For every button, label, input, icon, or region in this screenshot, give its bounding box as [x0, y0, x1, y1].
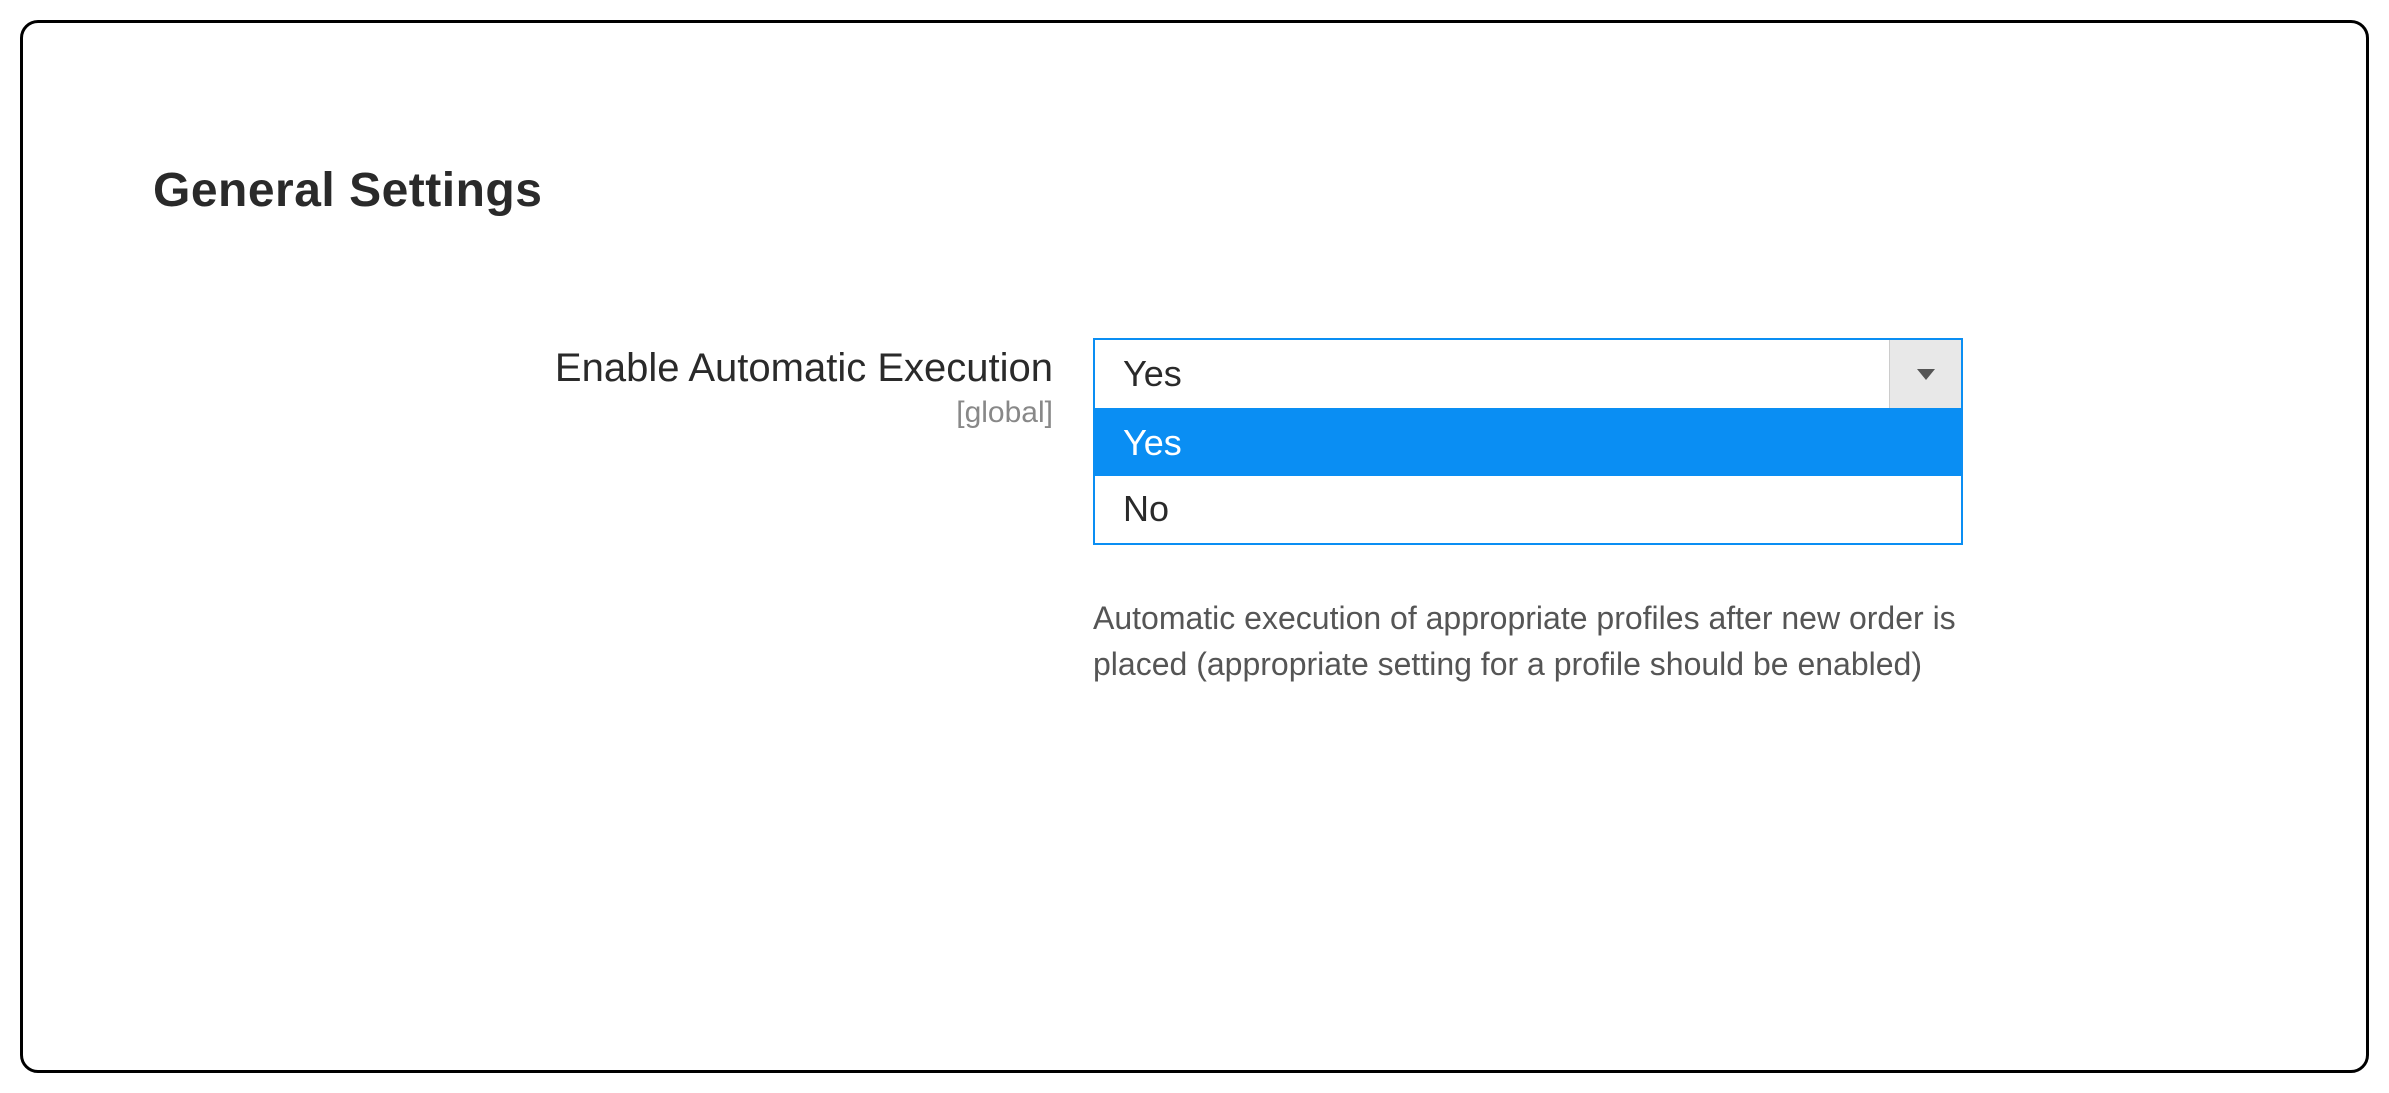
scope-hint: [global] — [956, 396, 1053, 430]
field-help-text: Automatic execution of appropriate profi… — [1093, 595, 1963, 688]
enable-automatic-execution-select[interactable]: Yes — [1093, 338, 1963, 410]
select-wrapper: Yes Yes No — [1093, 338, 1963, 545]
label-column: Enable Automatic Execution [global] — [433, 338, 1053, 430]
select-dropdown-list: Yes No — [1093, 410, 1963, 545]
select-option-yes[interactable]: Yes — [1095, 410, 1961, 476]
select-option-no[interactable]: No — [1095, 476, 1961, 542]
select-current-value: Yes — [1095, 340, 1889, 408]
settings-panel: General Settings Enable Automatic Execut… — [20, 20, 2369, 1073]
form-row-enable-automatic-execution: Enable Automatic Execution [global] Yes … — [433, 338, 2236, 688]
field-label: Enable Automatic Execution — [555, 344, 1053, 392]
chevron-down-icon — [1917, 369, 1935, 380]
select-toggle-button[interactable] — [1889, 340, 1961, 408]
section-title: General Settings — [153, 163, 2236, 218]
control-column: Yes Yes No Automatic execution of approp… — [1093, 338, 1963, 688]
